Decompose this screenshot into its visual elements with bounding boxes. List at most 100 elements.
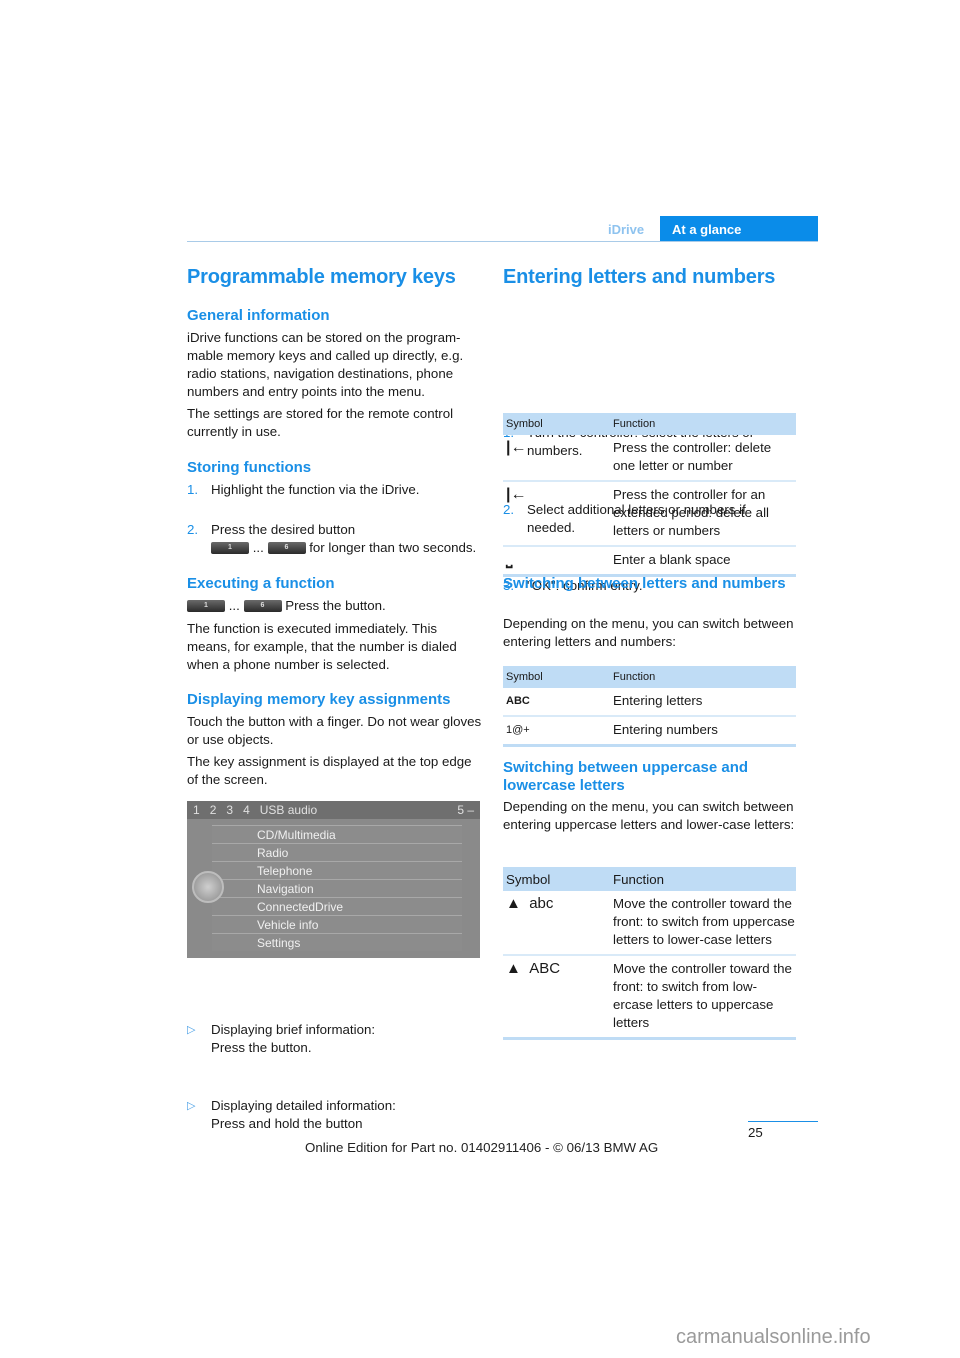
ellipsis: ... — [252, 540, 264, 555]
screen-menu-item: Vehicle info — [212, 915, 462, 933]
step-text: Press the desired button — [211, 522, 356, 537]
watermark: carmanualsonline.info — [676, 1326, 871, 1348]
column-header-symbol: Symbol — [506, 418, 543, 430]
heading-general-information: General information — [187, 307, 330, 324]
table-case-switch: Symbol Function ▲ abc Move the controlle… — [503, 867, 796, 1040]
bullet-line-1: Displaying brief information: — [211, 1022, 376, 1037]
general-paragraph-1: iDrive functions can be stored on the pr… — [187, 330, 464, 399]
heading-displaying-assignments: Displaying memory key assignments — [187, 691, 451, 708]
table-row: |← Press the controller: delete one lett… — [503, 435, 796, 482]
memory-key-1-icon: 1 — [187, 600, 225, 613]
step-number: 1. — [187, 482, 199, 497]
lowercase-label: abc — [529, 895, 554, 912]
uppercase-label: ABC — [529, 960, 561, 977]
idrive-screen-image: 1 2 3 4 USB audio 5 – CD/Multimedia Radi… — [187, 801, 480, 958]
function-text: Press the controller: delete one letter … — [613, 440, 772, 473]
letters-mode-icon: ABC — [506, 695, 530, 707]
executing-line: 1 ... 6 Press the button. — [187, 597, 482, 615]
triangle-bullet-icon: ▷ — [187, 1100, 196, 1112]
screen-menu-item: CD/Multimedia — [212, 825, 462, 843]
page-title-left: Programmable memory keys — [187, 266, 456, 288]
screen-menu-item: Settings — [212, 933, 462, 951]
table-row: |← Press the controller for an extended … — [503, 482, 796, 547]
lowercase-switch-icon: ▲ abc — [503, 895, 613, 949]
column-header-symbol: Symbol — [506, 671, 543, 683]
heading-switch-letters-numbers: Switching between letters and numbers — [503, 575, 786, 592]
header-divider — [187, 241, 818, 242]
function-text: Enter a blank space — [613, 552, 731, 567]
table-row: 1@+ Entering numbers — [503, 717, 796, 744]
numbers-mode-icon: 1@+ — [506, 724, 530, 736]
table-end-rule — [503, 744, 796, 747]
table-letters-numbers: Symbol Function ABC Entering letters 1@+… — [503, 666, 796, 747]
general-paragraph-2: The settings are stored for the remote c… — [187, 406, 454, 439]
memory-key-6-icon: 6 — [243, 600, 282, 613]
step-number: 2. — [187, 522, 199, 537]
column-header-symbol: Symbol — [506, 871, 551, 887]
page-title-right: Entering letters and numbers — [503, 266, 776, 288]
step-text-cont: for longer than two seconds. — [309, 540, 477, 555]
executing-paragraph: The function is executed immediately. Th… — [187, 621, 457, 672]
switch-case-paragraph: Depending on the menu, you can switch be… — [503, 799, 795, 832]
table-row: ⎵ Enter a blank space — [503, 547, 796, 574]
bullet-line-2: Press and hold the button — [211, 1116, 363, 1131]
screen-menu-item: Telephone — [212, 861, 462, 879]
storing-step-2: 2. Press the desired button 1 ... 6 for … — [187, 521, 482, 557]
screen-key: 4 — [243, 803, 250, 817]
table-delete-symbols: Symbol Function |← Press the controller:… — [503, 413, 796, 577]
function-text: Press the controller for an extended per… — [613, 487, 769, 538]
screen-menu-item: ConnectedDrive — [212, 897, 462, 915]
memory-key-1-icon: 1 — [211, 542, 249, 555]
screen-key: 1 — [193, 803, 200, 817]
column-header-function: Function — [613, 418, 656, 430]
bullet-detailed-info: ▷ Displaying detailed information: Press… — [187, 1097, 482, 1133]
heading-storing-functions: Storing functions — [187, 459, 312, 476]
bullet-line-2: Press the button. — [211, 1040, 312, 1055]
delete-all-icon: |← — [506, 486, 527, 503]
heading-switch-case: Switching between uppercase and lowercas… — [503, 759, 749, 794]
function-text: Move the controller toward the front: to… — [613, 961, 792, 1030]
table-row: ▲ ABC Move the controller toward the fro… — [503, 956, 796, 1037]
screen-menu-item: Radio — [212, 843, 462, 861]
screen-menu-item: Navigation — [212, 879, 462, 897]
header-chapter-tab: At a glance — [660, 216, 818, 242]
arrow-up-icon: ▲ — [506, 895, 521, 912]
switch-ln-paragraph: Depending on the menu, you can switch be… — [503, 616, 794, 649]
table-header: Symbol Function — [503, 413, 796, 435]
bullet-line-1: Displaying detailed information: — [211, 1098, 396, 1113]
table-row: ▲ abc Move the controller toward the fro… — [503, 891, 796, 956]
displaying-paragraph-2: The key assignment is displayed at the t… — [187, 754, 472, 787]
bullet-brief-info: ▷ Displaying brief information: Press th… — [187, 1021, 482, 1057]
screen-key: 2 — [209, 803, 217, 817]
header-section: iDrive — [608, 222, 645, 237]
screen-key-bar: 1 2 3 4 USB audio 5 – — [187, 801, 480, 819]
step-text: Highlight the function via the iDrive. — [211, 482, 420, 497]
space-icon: ⎵ — [506, 551, 513, 568]
triangle-bullet-icon: ▷ — [187, 1024, 196, 1036]
heading-executing-function: Executing a function — [187, 575, 335, 592]
column-header-function: Function — [613, 871, 664, 887]
function-text: Entering letters — [613, 693, 703, 708]
screen-key: 5 – — [457, 803, 474, 817]
memory-key-6-icon: 6 — [267, 542, 306, 555]
ellipsis: ... — [228, 598, 240, 613]
uppercase-switch-icon: ▲ ABC — [503, 960, 613, 1032]
column-header-function: Function — [613, 671, 656, 683]
screen-key-label: USB audio — [259, 803, 318, 817]
page-number: 25 — [748, 1125, 763, 1140]
table-header: Symbol Function — [503, 867, 796, 891]
screen-key: 3 — [226, 803, 234, 817]
controller-knob-icon — [192, 871, 224, 903]
table-header: Symbol Function — [503, 666, 796, 688]
executing-line-text: Press the button. — [285, 598, 386, 613]
footer-divider — [748, 1121, 818, 1122]
table-row: ABC Entering letters — [503, 688, 796, 717]
arrow-up-icon: ▲ — [506, 960, 521, 977]
displaying-paragraph-1: Touch the button with a finger. Do not w… — [187, 714, 482, 747]
delete-one-icon: |← — [506, 439, 527, 456]
footer-edition: Online Edition for Part no. 01402911406 … — [305, 1140, 659, 1155]
table-end-rule — [503, 1037, 796, 1040]
function-text: Move the controller toward the front: to… — [613, 896, 795, 947]
storing-step-1: 1. Highlight the function via the iDrive… — [187, 481, 482, 499]
function-text: Entering numbers — [613, 722, 718, 737]
